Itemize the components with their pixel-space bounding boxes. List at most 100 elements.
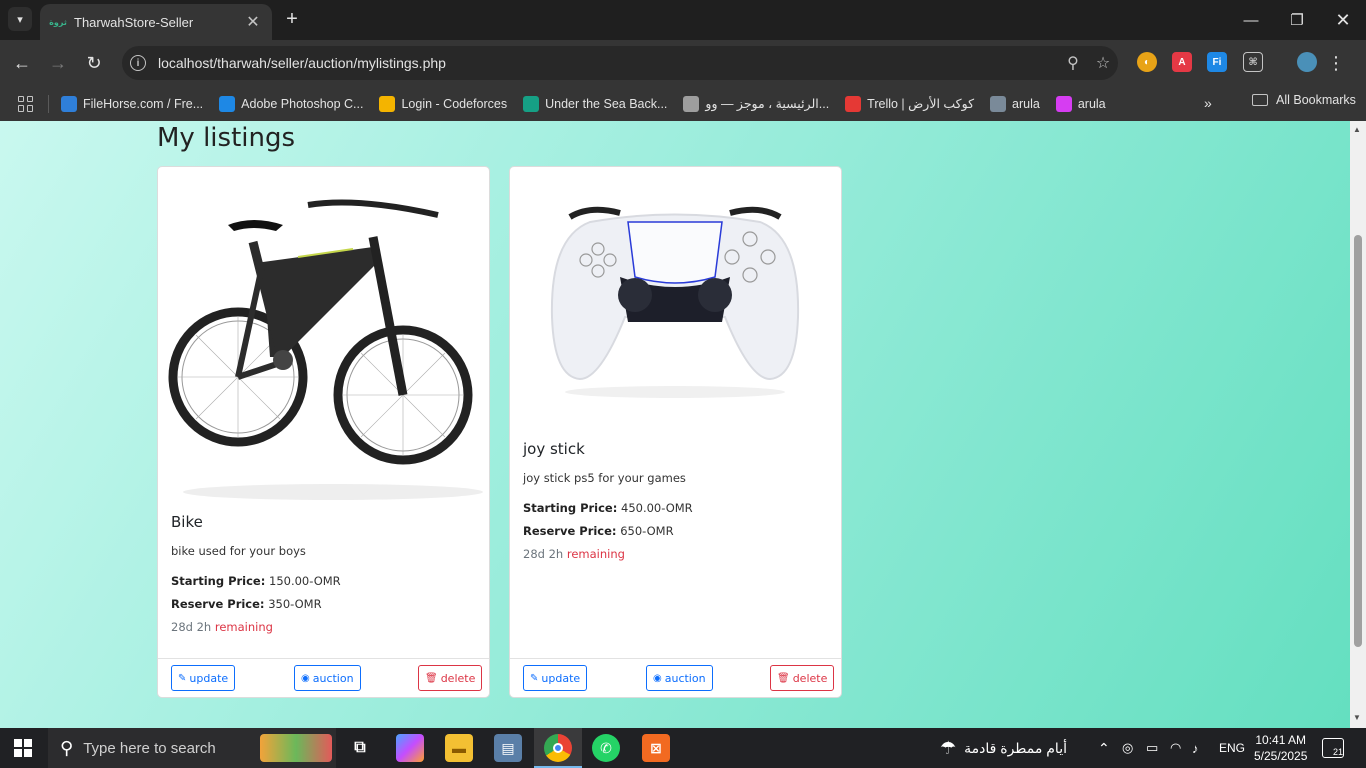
auction-button[interactable]: ◉ auction [646, 665, 713, 691]
taskbar-search-placeholder: Type here to search [83, 739, 216, 757]
volume-icon[interactable]: ♪ [1192, 728, 1199, 768]
notification-center-icon[interactable]: 21 [1322, 738, 1344, 758]
extensions-puzzle-icon[interactable]: ⌘ [1243, 52, 1263, 72]
reserve-price-label: Reserve Price: [171, 597, 265, 611]
more-bookmarks-icon[interactable]: » [1204, 95, 1212, 111]
new-tab-plus-icon[interactable]: + [282, 8, 302, 30]
bookmark-label: الرئيسية ، موجز — وو... [705, 97, 830, 111]
notification-count: 21 [1332, 747, 1343, 757]
bookmark-favicon-icon [379, 95, 396, 112]
delete-label: delete [440, 671, 476, 685]
bookmark-star-icon[interactable]: ☆ [1088, 53, 1118, 73]
auction-button[interactable]: ◉ auction [294, 665, 361, 691]
auction-label: auction [664, 671, 706, 685]
bookmark-item[interactable]: Trello | كوكب الأرض [845, 95, 974, 112]
xampp-icon[interactable]: ⊠ [642, 734, 670, 762]
back-arrow-icon[interactable]: ← [10, 51, 34, 75]
bookmark-item[interactable]: Adobe Photoshop C... [219, 95, 363, 112]
address-bar[interactable]: i localhost/tharwah/seller/auction/mylis… [122, 46, 1118, 80]
chrome-icon[interactable] [544, 734, 572, 762]
forward-arrow-icon[interactable]: → [46, 51, 70, 75]
file-explorer-icon[interactable]: ▬ [445, 734, 473, 762]
menu-kebab-icon[interactable]: ⋮ [1324, 51, 1348, 75]
show-hidden-icons-chevron-icon[interactable]: ⌃ [1098, 728, 1110, 768]
browser-titlebar: ▾ ثروة TharwahStore-Seller ✕ + — ❐ ✕ [0, 0, 1366, 40]
windows-start-icon[interactable] [14, 739, 32, 757]
search-highlight-image [260, 734, 332, 762]
starting-price-value: 150.00-OMR [269, 574, 341, 588]
bookmark-label: Login - Codeforces [401, 96, 508, 111]
listing-description: bike used for your boys [171, 544, 306, 558]
starting-price-label: Starting Price: [523, 501, 618, 515]
listing-card: joy stick joy stick ps5 for your games S… [509, 166, 842, 698]
system-clock[interactable]: 10:41 AM 5/25/2025 [1254, 732, 1307, 764]
taskbar-search-box[interactable]: ⚲ Type here to search [48, 728, 336, 768]
restore-icon[interactable]: ❐ [1282, 6, 1312, 34]
weather-widget[interactable]: ☂ أيام ممطرة قادمة [940, 728, 1067, 768]
monitor-app-icon[interactable]: ▤ [494, 734, 522, 762]
language-indicator[interactable]: ENG [1219, 728, 1245, 768]
apps-grid-icon[interactable] [18, 95, 34, 112]
search-icon: ⚲ [60, 737, 74, 758]
auction-label: auction [312, 671, 354, 685]
browser-toolbar: ← → ↻ i localhost/tharwah/seller/auction… [0, 40, 1366, 86]
site-info-icon[interactable]: i [130, 55, 146, 71]
bookmark-label: arula [1077, 96, 1106, 111]
bookmark-favicon-icon [523, 95, 540, 112]
weather-text: أيام ممطرة قادمة [964, 739, 1067, 756]
extension-pdf-icon[interactable]: A [1172, 52, 1192, 72]
extension-colorzilla-icon[interactable]: ◐ [1137, 52, 1157, 72]
update-label: update [541, 671, 581, 685]
minimize-icon[interactable]: — [1236, 6, 1266, 34]
extension-fi-icon[interactable]: Fi [1207, 52, 1227, 72]
windows-taskbar: ⚲ Type here to search ⧉ ▬ ▤ ✆ ⊠ ☂ أيام م… [0, 728, 1366, 768]
battery-icon[interactable]: ▭ [1146, 728, 1158, 768]
whatsapp-icon[interactable]: ✆ [592, 734, 620, 762]
scroll-up-arrow-icon[interactable]: ▲ [1353, 125, 1361, 134]
bookmark-item[interactable]: arula [1055, 95, 1106, 112]
tab-favicon: ثروة [49, 17, 67, 27]
listing-body: Bike bike used for your boys Starting Pr… [171, 513, 341, 634]
bookmark-favicon-icon [683, 95, 700, 112]
all-bookmarks-button[interactable]: All Bookmarks [1252, 93, 1356, 107]
update-button[interactable]: ✎ update [523, 665, 588, 691]
page-scrollbar[interactable]: ▲ ▼ [1350, 121, 1366, 728]
reserve-price-value: 350-OMR [268, 597, 322, 611]
delete-button[interactable]: 🗑 delete [770, 665, 835, 691]
eye-icon: ◉ [301, 672, 310, 684]
scrollbar-thumb[interactable] [1354, 235, 1362, 647]
bookmarks-bar: FileHorse.com / Fre... Adobe Photoshop C.… [0, 86, 1366, 121]
umbrella-rain-icon: ☂ [940, 737, 957, 758]
wifi-icon[interactable]: ◠ [1170, 728, 1181, 768]
reserve-price-row: Reserve Price: 650-OMR [523, 524, 693, 538]
chrome-center [553, 743, 563, 753]
zoom-search-icon[interactable]: ⚲ [1058, 53, 1088, 73]
time-left-value: 28d 2h [171, 620, 212, 634]
tab-search-chevron-icon[interactable]: ▾ [8, 7, 32, 31]
tab-close-icon[interactable]: ✕ [244, 12, 262, 32]
listing-name: Bike [171, 513, 203, 531]
bookmark-item[interactable]: الرئيسية ، موجز — وو... [683, 95, 830, 112]
profile-avatar[interactable] [1297, 52, 1317, 72]
listing-card: Bike bike used for your boys Starting Pr… [157, 166, 490, 698]
reload-icon[interactable]: ↻ [82, 51, 106, 75]
bookmark-label: arula [1012, 96, 1040, 111]
meet-icon[interactable]: ◎ [1122, 728, 1133, 768]
bookmark-item[interactable]: Under the Sea Back... [523, 95, 667, 112]
bookmark-item[interactable]: FileHorse.com / Fre... [61, 95, 203, 112]
scroll-down-arrow-icon[interactable]: ▼ [1353, 713, 1361, 722]
listing-actions: ✎ update ◉ auction 🗑 delete [510, 658, 841, 697]
url-text[interactable]: localhost/tharwah/seller/auction/mylisti… [158, 55, 1058, 71]
bookmark-item[interactable]: arula [990, 95, 1040, 112]
page-title: My listings [157, 123, 296, 153]
bookmark-item[interactable]: Login - Codeforces [379, 95, 508, 112]
starting-price-row: Starting Price: 450.00-OMR [523, 501, 693, 515]
close-window-icon[interactable]: ✕ [1328, 6, 1358, 34]
update-button[interactable]: ✎ update [171, 665, 236, 691]
tab-title: TharwahStore-Seller [74, 14, 194, 30]
delete-button[interactable]: 🗑 delete [418, 665, 483, 691]
browser-tab[interactable]: ثروة TharwahStore-Seller ✕ [40, 4, 272, 40]
task-view-icon[interactable]: ⧉ [346, 734, 374, 762]
copilot-icon[interactable] [396, 734, 424, 762]
remaining-label: remaining [566, 547, 625, 561]
